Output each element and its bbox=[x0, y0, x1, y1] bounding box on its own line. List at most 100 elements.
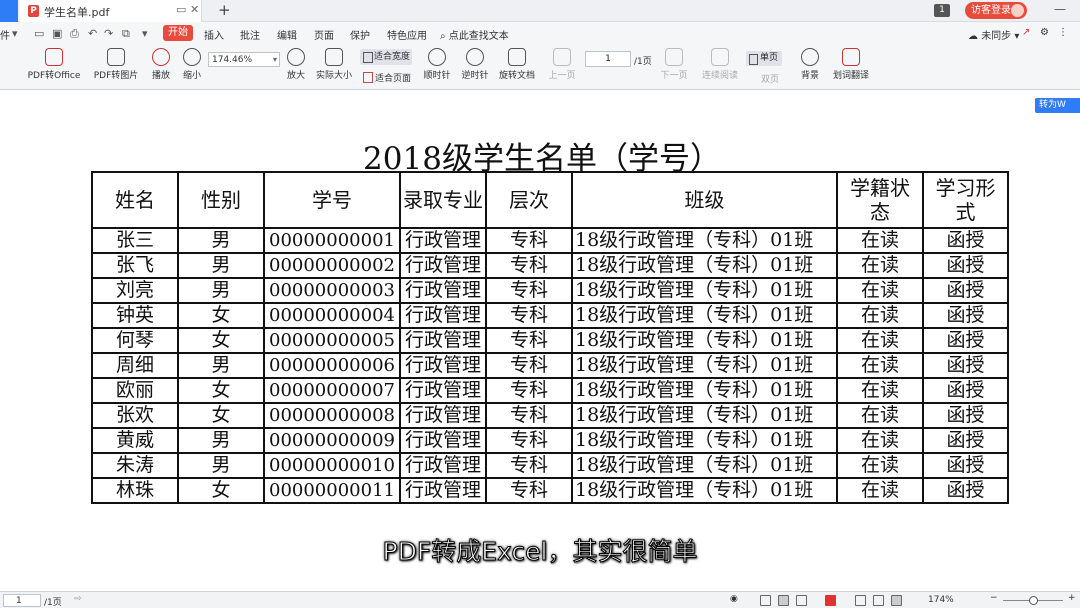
double-page-button[interactable]: 双页 bbox=[747, 72, 779, 85]
document-tab[interactable]: P 学生名单.pdf ▭ ✕ bbox=[20, 0, 202, 22]
cell-level: 专科 bbox=[485, 477, 573, 504]
cell-name: 钟英 bbox=[91, 302, 179, 329]
zoom-out-button[interactable]: 缩小 bbox=[180, 48, 204, 81]
cell-student-id: 00000000005 bbox=[263, 327, 401, 354]
cell-gender: 女 bbox=[177, 377, 265, 404]
zoom-plus-icon[interactable]: + bbox=[1068, 593, 1076, 603]
find-text-search[interactable]: ⌕ 点此查找文本 bbox=[440, 27, 509, 42]
menu-page[interactable]: 页面 bbox=[314, 27, 334, 42]
copy-icon[interactable]: ⧉ bbox=[122, 27, 130, 41]
document-tab-title: 学生名单.pdf bbox=[44, 6, 110, 19]
play-mode-icon[interactable] bbox=[825, 595, 836, 606]
table-row: 何琴女 00000000005 行政管理 专科 18级行政管理（专科）01班 在读 函授 bbox=[91, 327, 1009, 354]
convert-to-word-button[interactable]: 转为W bbox=[1035, 98, 1080, 113]
undo-icon[interactable]: ↶ bbox=[88, 27, 97, 40]
chevron-down-icon[interactable]: ▾ bbox=[12, 27, 18, 40]
fit-page-button[interactable]: 适合页面 bbox=[362, 71, 411, 84]
rotate-document-label: 旋转文档 bbox=[498, 71, 535, 81]
cell-study-mode: 函授 bbox=[922, 277, 1009, 304]
menu-edit[interactable]: 编辑 bbox=[277, 27, 297, 42]
status-zoom-level: 174% bbox=[928, 595, 954, 605]
crop-icon[interactable] bbox=[873, 595, 884, 606]
menu-insert[interactable]: 插入 bbox=[204, 27, 224, 42]
fit-width-button[interactable]: 适合宽度 bbox=[360, 49, 412, 65]
pdf-to-office-button[interactable]: PDF转Office bbox=[26, 48, 82, 81]
cell-class: 18级行政管理（专科）01班 bbox=[571, 352, 838, 379]
minimize-icon[interactable]: — bbox=[1054, 2, 1066, 16]
layout-icon[interactable] bbox=[891, 595, 902, 606]
cell-class: 18级行政管理（专科）01班 bbox=[571, 277, 838, 304]
play-button[interactable]: 播放 bbox=[150, 48, 172, 81]
cell-major: 行政管理 bbox=[399, 377, 487, 404]
save-icon[interactable]: ▣ bbox=[52, 27, 62, 40]
zoom-level-select[interactable]: 174.46% bbox=[208, 52, 280, 67]
menu-file-partial[interactable]: 件 bbox=[0, 27, 10, 42]
menu-protect[interactable]: 保护 bbox=[350, 27, 370, 42]
print-icon[interactable]: ⎙ bbox=[70, 27, 79, 41]
app-menu-button[interactable] bbox=[0, 0, 18, 22]
view-mode-icon[interactable] bbox=[760, 595, 771, 606]
single-page-view-icon[interactable] bbox=[778, 595, 789, 606]
rotate-counterclockwise-icon bbox=[466, 48, 484, 66]
cell-status: 在读 bbox=[836, 352, 924, 379]
rotate-counterclockwise-label: 逆时针 bbox=[461, 71, 489, 81]
previous-page-button[interactable]: 上一页 bbox=[547, 48, 577, 81]
next-page-arrow-icon[interactable]: ⇨ bbox=[74, 594, 82, 604]
close-tab-icon[interactable]: ✕ bbox=[190, 3, 199, 16]
table-row: 钟英女 00000000004 行政管理 专科 18级行政管理（专科）01班 在读 函授 bbox=[91, 302, 1009, 329]
cell-major: 行政管理 bbox=[399, 252, 487, 279]
ribbon-toolbar: 型 择 PDF转Office PDF转图片 播放 缩小 174.46% 放大 实… bbox=[0, 45, 1080, 130]
cell-class: 18级行政管理（专科）01班 bbox=[571, 402, 838, 429]
zoom-slider-handle[interactable] bbox=[1029, 596, 1038, 605]
cell-level: 专科 bbox=[485, 377, 573, 404]
rotate-document-button[interactable]: 旋转文档 bbox=[497, 48, 537, 81]
continuous-reading-button[interactable]: 连续阅读 bbox=[700, 48, 740, 81]
cell-student-id: 00000000007 bbox=[263, 377, 401, 404]
fit-icon[interactable] bbox=[855, 595, 866, 606]
share-icon[interactable]: ↗ bbox=[1022, 27, 1030, 38]
cell-study-mode: 函授 bbox=[922, 402, 1009, 429]
table-row: 周细男 00000000006 行政管理 专科 18级行政管理（专科）01班 在读 函授 bbox=[91, 352, 1009, 379]
word-translate-button[interactable]: 划词翻译 bbox=[832, 48, 870, 81]
next-page-button[interactable]: 下一页 bbox=[659, 48, 689, 81]
zoom-minus-icon[interactable]: − bbox=[990, 593, 998, 603]
cell-name: 朱涛 bbox=[91, 452, 179, 479]
open-folder-icon[interactable]: ▭ bbox=[34, 27, 44, 40]
continuous-reading-icon bbox=[711, 48, 729, 66]
status-page-input[interactable]: 1 bbox=[3, 594, 41, 607]
cell-status: 在读 bbox=[836, 327, 924, 354]
actual-size-button[interactable]: 实际大小 bbox=[314, 48, 354, 81]
more-icon[interactable]: ⋮ bbox=[1058, 27, 1068, 38]
pdf-file-icon: P bbox=[28, 5, 39, 17]
cell-gender: 男 bbox=[177, 427, 265, 454]
eye-icon[interactable]: ◉ bbox=[730, 594, 738, 604]
cell-name: 张三 bbox=[91, 227, 179, 254]
menu-features[interactable]: 特色应用 bbox=[387, 27, 427, 42]
background-label: 背景 bbox=[800, 71, 819, 81]
pdf-to-image-icon bbox=[107, 48, 125, 66]
cloud-sync-status[interactable]: ☁ 未同步 ▾ bbox=[968, 27, 1019, 42]
rotate-clockwise-button[interactable]: 顺时针 bbox=[422, 48, 452, 81]
rotate-counterclockwise-button[interactable]: 逆时针 bbox=[460, 48, 490, 81]
cell-gender: 女 bbox=[177, 477, 265, 504]
quick-access-dropdown-icon[interactable]: ▾ bbox=[142, 27, 148, 40]
new-tab-button[interactable]: + bbox=[218, 1, 231, 19]
double-page-view-icon[interactable] bbox=[796, 595, 807, 606]
settings-gear-icon[interactable]: ⚙ bbox=[1040, 27, 1049, 38]
zoom-in-button[interactable]: 放大 bbox=[284, 48, 308, 81]
cell-name: 林珠 bbox=[91, 477, 179, 504]
cell-gender: 女 bbox=[177, 402, 265, 429]
cell-status: 在读 bbox=[836, 252, 924, 279]
window-count-badge[interactable]: 1 bbox=[934, 4, 950, 17]
cell-major: 行政管理 bbox=[399, 302, 487, 329]
redo-icon[interactable]: ↷ bbox=[104, 27, 113, 40]
background-button[interactable]: 背景 bbox=[797, 48, 823, 81]
cell-major: 行政管理 bbox=[399, 477, 487, 504]
menu-home[interactable]: 开始 bbox=[163, 25, 193, 41]
guest-login-button[interactable]: 访客登录 bbox=[965, 2, 1027, 19]
menu-annotate[interactable]: 批注 bbox=[240, 27, 260, 42]
page-number-input[interactable]: 1 bbox=[585, 51, 631, 67]
single-page-button[interactable]: 单页 bbox=[746, 51, 782, 66]
monitor-icon[interactable]: ▭ bbox=[176, 3, 186, 16]
pdf-to-image-button[interactable]: PDF转图片 bbox=[93, 48, 139, 81]
